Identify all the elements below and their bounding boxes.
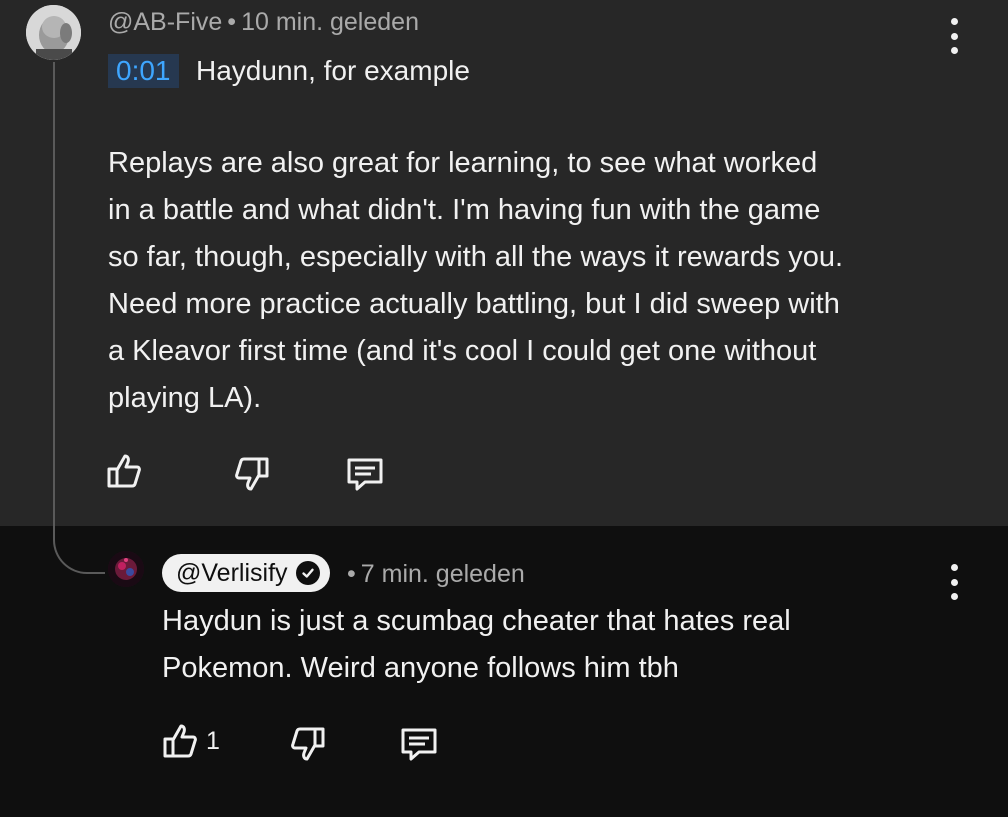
verified-check-icon [295,561,320,585]
meta-separator: • [347,560,356,588]
comment-time: 10 min. geleden [241,8,419,36]
author-name[interactable]: @AB-Five [108,8,222,36]
avatar[interactable] [26,5,81,60]
more-options-icon[interactable] [947,564,961,600]
timestamp-link[interactable]: 0:01 [108,54,179,88]
thumb-up-icon[interactable] [106,452,142,490]
author-name: @Verlisify [176,558,288,587]
reply-icon[interactable] [345,456,385,494]
more-options-icon[interactable] [947,18,961,54]
thumb-up-icon[interactable] [162,722,198,760]
comment-meta: @AB-Five • 10 min. geleden [108,8,419,37]
thumb-down-icon[interactable] [234,455,270,493]
thumb-down-icon[interactable] [290,725,326,763]
meta-separator: • [227,8,237,36]
comment-body: Haydun is just a scumbag cheater that ha… [162,605,791,684]
avatar[interactable] [108,551,144,587]
reply-icon[interactable] [399,726,439,764]
thread-line [53,62,55,532]
like-count: 1 [206,727,220,755]
comment-first-line: Haydunn, for example [196,55,470,86]
comment-meta: • 7 min. geleden [342,560,525,589]
comment-time: 7 min. geleden [360,560,525,588]
comment-body: Replays are also great for learning, to … [108,147,844,414]
channel-owner-badge[interactable]: @Verlisify [162,554,330,592]
